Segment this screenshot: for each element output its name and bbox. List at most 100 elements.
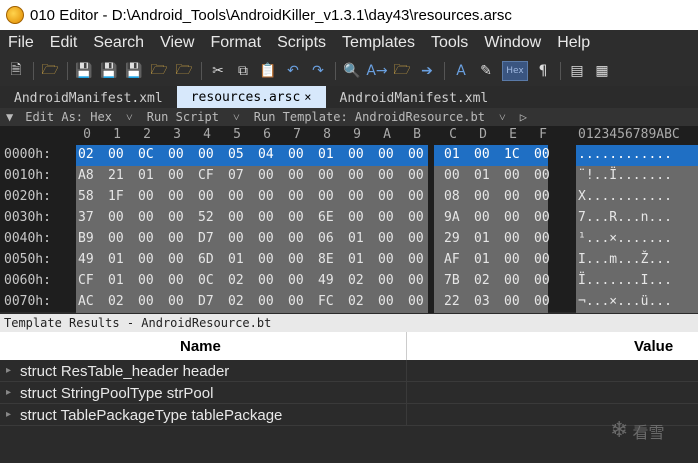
hex-byte[interactable]: 01: [474, 168, 490, 183]
hex-byte[interactable]: 00: [408, 147, 424, 162]
tab-androidmanifest[interactable]: AndroidManifest.xml: [0, 88, 177, 108]
hex-byte[interactable]: 00: [348, 147, 364, 162]
hex-row[interactable]: 0040h: B9 00 00 00 D7 00 00 00 06 01 00 00 29 01 00 00 ¹.…: [0, 229, 698, 250]
menu-item-scripts[interactable]: Scripts: [269, 34, 334, 52]
hex-byte[interactable]: 00: [258, 252, 274, 267]
hex-byte[interactable]: 49: [318, 273, 334, 288]
hex-byte[interactable]: 00: [108, 210, 124, 225]
hex-byte[interactable]: 6E: [318, 210, 334, 225]
hex-byte[interactable]: 00: [378, 189, 394, 204]
hex-byte[interactable]: 00: [198, 189, 214, 204]
hex-byte[interactable]: 06: [318, 231, 334, 246]
hex-byte[interactable]: 00: [504, 294, 520, 309]
expand-arrow-icon[interactable]: ▸: [6, 387, 11, 398]
hex-row[interactable]: 0050h: 49 01 00 00 6D 01 00 00 8E 01 00 00 AF 01 00 00 I.…: [0, 250, 698, 271]
close-icon[interactable]: ×: [304, 90, 311, 104]
hex-byte[interactable]: 9A: [444, 210, 460, 225]
hex-byte[interactable]: 8E: [318, 252, 334, 267]
copy-icon[interactable]: ⧉: [231, 60, 255, 82]
hex-byte[interactable]: 01: [348, 252, 364, 267]
column-name-header[interactable]: Name: [180, 338, 221, 355]
template-result-row[interactable]: ▸ struct TablePackageType tablePackage: [0, 404, 698, 426]
menu-item-file[interactable]: File: [0, 34, 42, 52]
hex-byte[interactable]: 00: [288, 231, 304, 246]
save-as-icon[interactable]: 💾: [97, 60, 121, 82]
hex-byte[interactable]: 02: [348, 273, 364, 288]
hex-byte[interactable]: 00: [138, 210, 154, 225]
ascii-text[interactable]: I...m...Ž...: [578, 252, 672, 267]
find-in-files-icon[interactable]: 🗁: [390, 60, 414, 82]
hex-byte[interactable]: 49: [78, 252, 94, 267]
hex-byte[interactable]: 00: [444, 168, 460, 183]
hex-byte[interactable]: 29: [444, 231, 460, 246]
hex-byte[interactable]: 01: [444, 147, 460, 162]
hex-byte[interactable]: CF: [78, 273, 94, 288]
menu-item-templates[interactable]: Templates: [334, 34, 423, 52]
open-folder-icon[interactable]: 🗁: [38, 60, 62, 82]
hex-byte[interactable]: 00: [138, 189, 154, 204]
menu-item-tools[interactable]: Tools: [423, 34, 476, 52]
menu-item-search[interactable]: Search: [85, 34, 152, 52]
hex-byte[interactable]: 00: [534, 210, 550, 225]
hex-byte[interactable]: 00: [228, 189, 244, 204]
hex-byte[interactable]: 0C: [138, 147, 154, 162]
hex-byte[interactable]: 00: [348, 210, 364, 225]
hex-byte[interactable]: 00: [228, 210, 244, 225]
hex-byte[interactable]: 04: [258, 147, 274, 162]
hex-byte[interactable]: 00: [108, 147, 124, 162]
tab-resources-arsc[interactable]: resources.arsc ×: [176, 86, 326, 108]
hex-byte[interactable]: 00: [378, 294, 394, 309]
hex-byte[interactable]: 01: [228, 252, 244, 267]
hex-byte[interactable]: 00: [288, 210, 304, 225]
ascii-text[interactable]: ¹...×.......: [578, 231, 672, 246]
hex-byte[interactable]: 00: [168, 273, 184, 288]
redo-icon[interactable]: ↷: [306, 60, 330, 82]
hex-byte[interactable]: 00: [258, 231, 274, 246]
hex-byte[interactable]: B9: [78, 231, 94, 246]
hex-byte[interactable]: 00: [258, 189, 274, 204]
hex-byte[interactable]: 00: [534, 252, 550, 267]
hex-byte[interactable]: 00: [138, 294, 154, 309]
hex-byte[interactable]: 00: [288, 189, 304, 204]
ascii-text[interactable]: 7...R...n...: [578, 210, 672, 225]
hex-byte[interactable]: 00: [168, 168, 184, 183]
hex-byte[interactable]: D7: [198, 231, 214, 246]
hex-byte[interactable]: 1F: [108, 189, 124, 204]
hex-byte[interactable]: 6D: [198, 252, 214, 267]
ascii-text[interactable]: Ï.......I...: [578, 273, 672, 288]
hex-byte[interactable]: 00: [474, 147, 490, 162]
hex-byte[interactable]: 02: [108, 294, 124, 309]
chevron-down-icon[interactable]: ˅: [233, 110, 240, 125]
hex-byte[interactable]: 00: [258, 168, 274, 183]
play-icon[interactable]: ▷: [520, 110, 527, 124]
hex-byte[interactable]: 00: [474, 189, 490, 204]
open-folder-icon[interactable]: 🗁: [147, 60, 171, 82]
hex-byte[interactable]: AC: [78, 294, 94, 309]
hex-row[interactable]: 0000h: 02 00 0C 00 00 05 04 00 01 00 00 00 01 00 1C 00..…: [0, 145, 698, 166]
tab-androidmanifest-2[interactable]: AndroidManifest.xml: [326, 88, 503, 108]
menu-item-view[interactable]: View: [152, 34, 202, 52]
hex-row[interactable]: 0010h: A8 21 01 00 CF 07 00 00 00 00 00 00 00 01 00 00 ¨!…: [0, 166, 698, 187]
hex-byte[interactable]: 00: [168, 231, 184, 246]
hex-byte[interactable]: 00: [504, 252, 520, 267]
hex-byte[interactable]: 00: [378, 210, 394, 225]
hex-byte[interactable]: 00: [408, 252, 424, 267]
font-icon[interactable]: A: [449, 60, 473, 82]
hex-byte[interactable]: 00: [318, 168, 334, 183]
hex-byte[interactable]: 00: [534, 189, 550, 204]
hex-byte[interactable]: 00: [168, 210, 184, 225]
hex-byte[interactable]: 00: [534, 168, 550, 183]
paste-icon[interactable]: 📋: [256, 60, 280, 82]
columns-icon[interactable]: ▤: [565, 60, 589, 82]
hex-byte[interactable]: 00: [138, 273, 154, 288]
chevron-down-icon[interactable]: ˅: [126, 110, 133, 125]
hex-byte[interactable]: 00: [168, 252, 184, 267]
hex-byte[interactable]: 00: [504, 231, 520, 246]
hex-byte[interactable]: 00: [534, 273, 550, 288]
hex-byte[interactable]: 00: [504, 210, 520, 225]
edit-as-dropdown[interactable]: Edit As: Hex: [25, 110, 112, 124]
hex-byte[interactable]: D7: [198, 294, 214, 309]
highlight-icon[interactable]: ✎: [474, 60, 498, 82]
hex-row[interactable]: 0030h: 37 00 00 00 52 00 00 00 6E 00 00 00 9A 00 00 00 7.…: [0, 208, 698, 229]
hex-byte[interactable]: 00: [288, 273, 304, 288]
